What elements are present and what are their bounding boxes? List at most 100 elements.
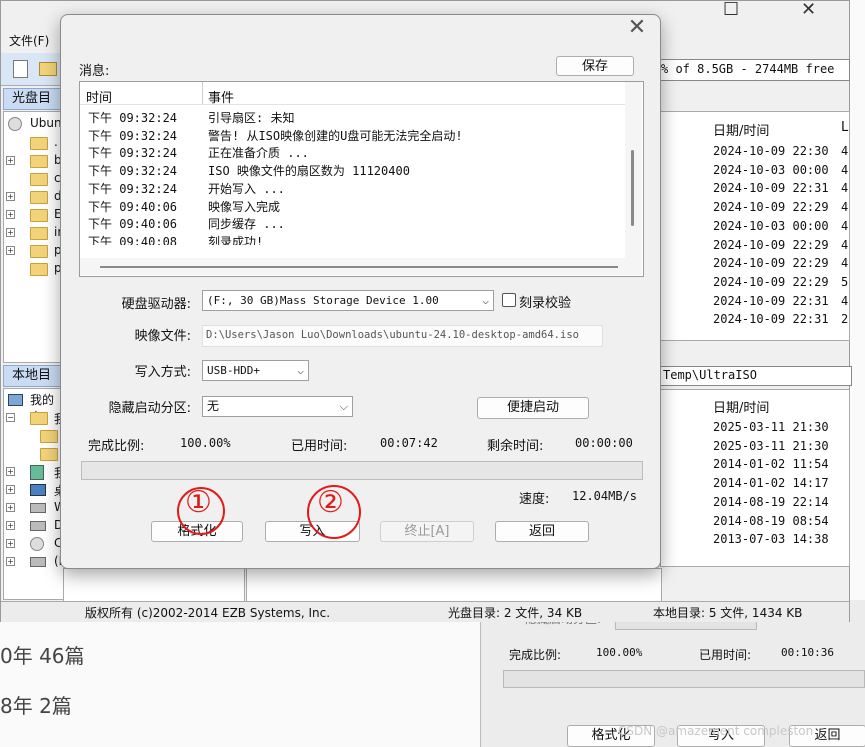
iso-file-date[interactable]: 2024-10-09 22:31 — [713, 181, 829, 195]
tree-item[interactable]: +bo — [4, 152, 69, 170]
expand-icon[interactable]: + — [6, 521, 15, 530]
log-event: 刻录成功! — [208, 234, 264, 245]
tree-item[interactable] — [4, 445, 64, 463]
open-folder-icon[interactable] — [39, 62, 57, 76]
watermark: CSDN @amazement compleston — [618, 724, 814, 738]
local-file-date[interactable]: 2014-08-19 22:14 — [713, 495, 829, 509]
column-header-l[interactable]: L — [841, 120, 848, 135]
iso-file-extra[interactable]: 5 — [841, 275, 848, 289]
local-file-date[interactable]: 2025-03-11 21:30 — [713, 439, 829, 453]
write-mode-select[interactable]: USB-HDD+ ⌵ — [202, 360, 309, 381]
maximize-icon[interactable]: ☐ — [723, 0, 739, 20]
new-file-icon[interactable] — [13, 60, 28, 78]
date-column-header[interactable]: 日期/时间 — [713, 120, 769, 139]
close-icon[interactable]: ✕ — [801, 0, 816, 20]
folder-icon — [30, 209, 48, 222]
expand-icon[interactable]: + — [6, 156, 15, 165]
iso-file-date[interactable]: 2024-10-09 22:31 — [713, 312, 829, 326]
local-file-date[interactable]: 2014-01-02 11:54 — [713, 457, 829, 471]
expand-icon[interactable]: + — [6, 246, 15, 255]
iso-file-extra[interactable]: 4 — [841, 163, 848, 177]
horizontal-scrollbar[interactable] — [80, 258, 642, 275]
expand-icon[interactable]: + — [6, 467, 15, 476]
iso-file-date[interactable]: 2024-10-09 22:29 — [713, 238, 829, 252]
iso-panel-title: 光盘目录 — [3, 88, 63, 126]
local-file-date[interactable]: 2014-01-02 14:17 — [713, 476, 829, 490]
stop-button[interactable]: 终止[A] — [380, 521, 474, 542]
collapse-icon[interactable]: − — [6, 413, 15, 422]
iso-file-extra[interactable]: 4 — [841, 256, 848, 270]
local-path-bar[interactable]: Temp\UltraISO — [660, 366, 852, 386]
write-disk-image-dialog: ✕ 消息: 保存 时间 事件 下午 09:32:24 引导扇区: 未知 下午 09:… — [60, 14, 661, 569]
image-file-label: 映像文件: — [134, 329, 191, 344]
iso-file-date[interactable]: 2024-10-03 00:00 — [713, 219, 829, 233]
expand-icon[interactable]: + — [6, 485, 15, 494]
iso-file-date[interactable]: 2024-10-09 22:29 — [713, 256, 829, 270]
menu-file[interactable]: 文件(F) — [9, 32, 49, 49]
log-event: 正在准备介质 ... — [208, 146, 309, 161]
folder-icon — [30, 173, 48, 186]
tree-item[interactable]: +EF — [4, 206, 68, 224]
iso-file-date[interactable]: 2024-10-09 22:30 — [713, 144, 829, 158]
iso-file-date[interactable]: 2024-10-09 22:31 — [713, 294, 829, 308]
local-file-date[interactable]: 2013-07-03 14:38 — [713, 532, 829, 546]
expand-icon[interactable]: + — [6, 557, 15, 566]
tree-item[interactable]: +CI — [4, 535, 66, 553]
tree-item[interactable]: +桌 — [4, 481, 66, 499]
iso-file-extra[interactable]: 4 — [841, 219, 848, 233]
hidden-partition-select[interactable]: 无 ⌵ — [202, 396, 353, 417]
tree-item[interactable]: + (I — [4, 553, 64, 571]
expand-icon[interactable]: + — [6, 539, 15, 548]
progress-label: 完成比例: — [88, 439, 145, 454]
iso-file-date[interactable]: 2024-10-09 22:29 — [713, 275, 829, 289]
tree-root-my-computer[interactable]: 我的电 — [4, 391, 64, 424]
folder-icon — [30, 191, 48, 204]
archive-entry-2[interactable]: 8年 2篇 — [0, 690, 72, 719]
iso-file-extra[interactable]: 4 — [841, 181, 848, 195]
local-date-column-header[interactable]: 日期/时间 — [713, 397, 769, 416]
expand-icon[interactable]: + — [6, 210, 15, 219]
iso-file-extra[interactable]: 4 — [841, 294, 848, 308]
tree-item[interactable]: ca — [4, 170, 68, 188]
scrollbar-thumb[interactable] — [631, 150, 634, 226]
used-time-value: 00:07:42 — [380, 436, 438, 450]
verify-checkbox[interactable] — [502, 293, 516, 307]
message-log[interactable]: 时间 事件 下午 09:32:24 引导扇区: 未知 下午 09:32:24 警告! … — [79, 81, 644, 277]
h-scrollbar-thumb[interactable] — [100, 266, 618, 268]
dialog-close-icon[interactable]: ✕ — [622, 15, 652, 40]
local-file-list-strip — [63, 568, 245, 602]
tree-item[interactable]: −我 — [4, 409, 66, 427]
expand-icon[interactable]: + — [6, 228, 15, 237]
tree-item[interactable]: . — [4, 134, 64, 152]
archive-entry-1[interactable]: 0年 46篇 — [0, 640, 85, 669]
hidden-partition-label: 隐藏启动分区: — [108, 401, 191, 416]
expand-icon[interactable]: + — [6, 503, 15, 512]
annotation-number-1: ① — [185, 485, 212, 520]
drive-icon — [30, 503, 46, 513]
folder-icon — [30, 137, 48, 150]
tree-item[interactable]: +Wi — [4, 499, 69, 517]
image-file-field[interactable]: D:\Users\Jason Luo\Downloads\ubuntu-24.1… — [202, 325, 603, 347]
vertical-scrollbar[interactable] — [625, 82, 642, 258]
iso-file-extra[interactable]: 4 — [841, 238, 848, 252]
save-button[interactable]: 保存 — [556, 56, 634, 76]
return-button[interactable]: 返回 — [495, 521, 589, 542]
iso-file-extra[interactable]: 4 — [841, 144, 848, 158]
tree-item[interactable]: pr — [4, 260, 67, 278]
iso-file-date[interactable]: 2024-10-03 00:00 — [713, 163, 829, 177]
expand-icon[interactable]: + — [6, 192, 15, 201]
iso-file-extra[interactable]: 4 — [841, 200, 848, 214]
local-file-date[interactable]: 2025-03-11 21:30 — [713, 420, 829, 434]
local-file-date[interactable]: 2014-08-19 08:54 — [713, 514, 829, 528]
quick-boot-button[interactable]: 便捷启动 — [477, 397, 589, 419]
tree-item[interactable]: +po — [4, 242, 69, 260]
iso-file-extra[interactable]: 2 — [841, 312, 848, 326]
tree-item[interactable] — [4, 427, 64, 445]
iso-file-date[interactable]: 2024-10-09 22:29 — [713, 200, 829, 214]
tree-item[interactable]: +di — [4, 188, 65, 206]
tree-root-ubuntu[interactable]: Ubuntu — [4, 115, 74, 133]
tree-item[interactable]: +我 — [4, 463, 66, 481]
tree-item[interactable]: +Da — [4, 517, 71, 535]
drive-select[interactable]: (F:, 30 GB)Mass Storage Device 1.00 ⌵ — [202, 290, 494, 311]
tree-item[interactable]: +in — [4, 224, 65, 242]
